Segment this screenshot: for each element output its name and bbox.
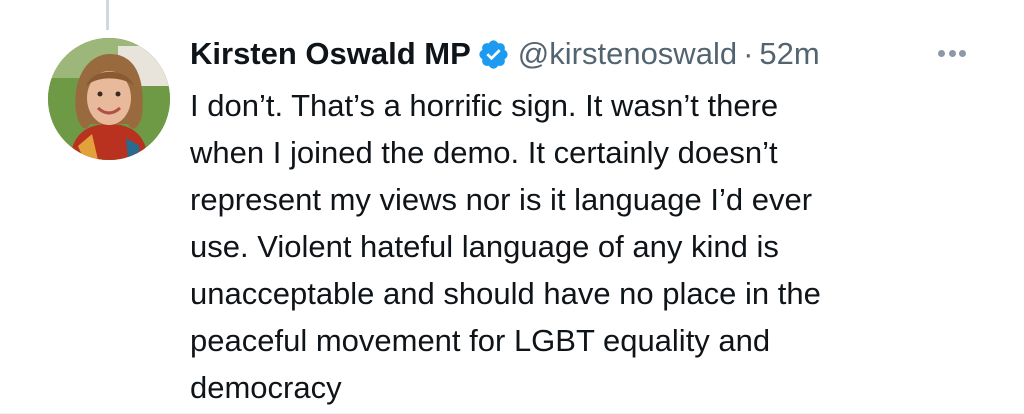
tweet-text-line: represent my views nor is it language I’… xyxy=(190,182,813,217)
more-options-icon[interactable] xyxy=(938,38,966,68)
verified-badge-icon xyxy=(477,38,510,71)
tweet-text-line: when I joined the demo. It certainly doe… xyxy=(190,135,778,170)
more-dot xyxy=(948,49,956,57)
author-name[interactable]: Kirsten Oswald MP xyxy=(190,36,471,72)
author-handle[interactable]: @kirstenoswald xyxy=(518,36,737,72)
avatar[interactable] xyxy=(48,38,170,160)
tweet-text-line: peaceful movement for LGBT equality and xyxy=(190,323,771,358)
more-dot xyxy=(959,49,966,57)
thread-connector-line xyxy=(106,0,109,30)
tweet-text-line: democracy xyxy=(190,370,342,405)
more-dot xyxy=(938,49,945,57)
tweet-timestamp[interactable]: 52m xyxy=(759,36,819,72)
meta-separator: · xyxy=(743,36,754,71)
tweet[interactable]: Kirsten Oswald MP @kirstenoswald · 52m I… xyxy=(0,0,1024,414)
tweet-text-line: I don’t. That’s a horrific sign. It wasn… xyxy=(190,88,779,123)
tweet-text-line: use. Violent hateful language of any kin… xyxy=(190,229,779,264)
tweet-content: Kirsten Oswald MP @kirstenoswald · 52m I… xyxy=(190,32,990,411)
tweet-text-line: unacceptable and should have no place in… xyxy=(190,276,821,311)
tweet-text: I don’t. That’s a horrific sign. It wasn… xyxy=(190,82,950,411)
tweet-header: Kirsten Oswald MP @kirstenoswald · 52m xyxy=(190,32,990,76)
